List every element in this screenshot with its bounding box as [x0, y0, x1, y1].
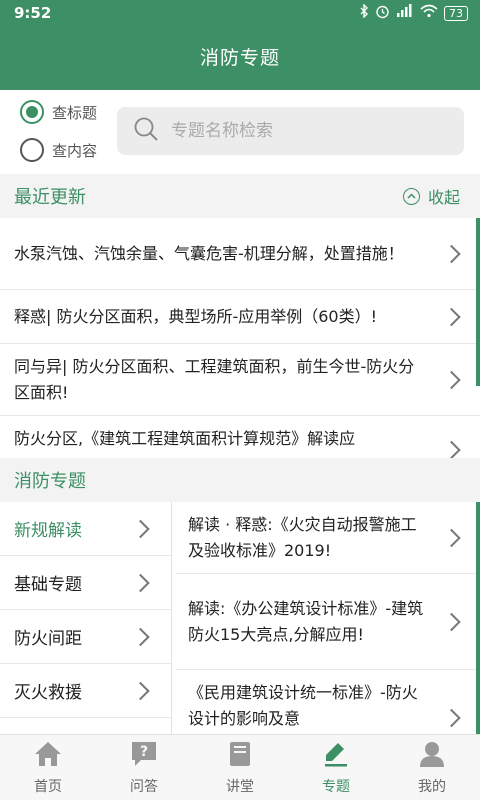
- user-icon: [417, 740, 447, 772]
- radio-checked-icon[interactable]: [20, 100, 44, 124]
- list-item-title: 同与异| 防火分区面积、工程建筑面积，前生今世-防火分区面积!: [14, 356, 415, 402]
- scrollbar[interactable]: [476, 218, 480, 386]
- search-area: 查标题 查内容: [0, 90, 480, 170]
- bottom-nav: 首页 ? 问答 讲堂 专题 我的: [0, 734, 480, 800]
- list-item-title: 防火分区,《建筑工程建筑面积计算规范》解读应: [14, 429, 356, 448]
- page-title: 消防专题: [199, 47, 280, 69]
- nav-me[interactable]: 我的: [384, 735, 480, 800]
- search-box[interactable]: [117, 107, 464, 155]
- chevron-right-icon: [442, 440, 461, 458]
- battery-indicator: 73: [444, 5, 468, 21]
- chevron-right-icon: [442, 370, 461, 389]
- chevron-right-icon: [442, 307, 461, 326]
- category-item-rescue[interactable]: 灭火救援: [0, 664, 171, 718]
- status-bar: 9:52 73: [0, 0, 480, 26]
- topics-heading: 消防专题: [14, 471, 86, 492]
- edit-icon: [321, 740, 351, 772]
- chevron-right-icon: [131, 573, 150, 592]
- topic-list: 解读 · 释惑:《火灾自动报警施工及验收标准》2019! 解读:《办公建筑设计标…: [176, 502, 480, 734]
- status-time: 9:52: [14, 4, 52, 22]
- list-item-title: 水泵汽蚀、汽蚀余量、气囊危害-机理分解，处置措施！: [14, 243, 404, 263]
- category-label: 灭火救援: [14, 683, 82, 703]
- category-label: 新规解读: [14, 521, 82, 541]
- nav-qa[interactable]: ? 问答: [96, 735, 192, 800]
- collapse-button[interactable]: 收起: [402, 184, 460, 208]
- search-input[interactable]: [171, 121, 431, 141]
- radio-unchecked-icon[interactable]: [20, 138, 44, 162]
- category-item-fire-spacing[interactable]: 防火间距: [0, 610, 171, 664]
- collapse-label: 收起: [427, 188, 460, 207]
- scrollbar[interactable]: [476, 502, 480, 734]
- bluetooth-icon: [359, 3, 369, 22]
- category-list: 新规解读 基础专题 防火间距 灭火救援: [0, 502, 172, 734]
- nav-lectures[interactable]: 讲堂: [192, 735, 288, 800]
- signal-icon: [396, 4, 414, 22]
- recent-section-header: 最近更新 收起: [0, 174, 480, 218]
- wifi-icon: [420, 4, 438, 22]
- question-icon: ?: [129, 740, 159, 772]
- category-label: 基础专题: [14, 575, 82, 595]
- list-item[interactable]: 解读:《办公建筑设计标准》-建筑防火15大亮点,分解应用!: [176, 574, 480, 670]
- search-icon: [133, 116, 159, 146]
- list-item-title: 《民用建筑设计统一标准》-防火设计的影响及意: [188, 683, 418, 728]
- list-item[interactable]: 防火分区,《建筑工程建筑面积计算规范》解读应: [0, 416, 480, 458]
- svg-text:?: ?: [140, 744, 148, 760]
- radio-label-content: 查内容: [52, 141, 98, 160]
- recent-heading: 最近更新: [14, 187, 86, 208]
- radio-search-title[interactable]: 查标题: [20, 100, 97, 124]
- alarm-icon: [375, 4, 390, 23]
- status-icons: 73: [359, 3, 468, 23]
- radio-label-title: 查标题: [52, 103, 98, 122]
- chevron-right-icon: [131, 681, 150, 700]
- radio-search-content[interactable]: 查内容: [20, 138, 97, 162]
- nav-label: 讲堂: [226, 778, 254, 795]
- list-item[interactable]: 释惑| 防火分区面积，典型场所-应用举例（60类）!: [0, 290, 480, 344]
- recent-list: 水泵汽蚀、汽蚀余量、气囊危害-机理分解，处置措施！ 释惑| 防火分区面积，典型场…: [0, 218, 480, 458]
- category-label: 防火间距: [14, 629, 82, 649]
- nav-label: 问答: [130, 778, 158, 795]
- nav-topics[interactable]: 专题: [288, 735, 384, 800]
- chevron-right-icon: [131, 519, 150, 538]
- home-icon: [33, 740, 63, 772]
- nav-label: 我的: [418, 778, 446, 795]
- list-item-title: 释惑| 防火分区面积，典型场所-应用举例（60类）!: [14, 306, 378, 326]
- nav-label: 首页: [34, 778, 62, 795]
- chevron-right-icon: [442, 708, 461, 728]
- topics-section-header: 消防专题: [0, 458, 480, 502]
- category-item-basics[interactable]: 基础专题: [0, 556, 171, 610]
- chevron-right-icon: [131, 627, 150, 646]
- app-header: 9:52 73 消防专题: [0, 0, 480, 90]
- nav-label: 专题: [322, 778, 350, 795]
- list-item-title: 解读:《办公建筑设计标准》-建筑防火15大亮点,分解应用!: [188, 598, 424, 644]
- book-icon: [225, 740, 255, 772]
- chevron-right-icon: [442, 612, 461, 631]
- list-item[interactable]: 解读 · 释惑:《火灾自动报警施工及验收标准》2019!: [176, 502, 480, 574]
- chevron-right-icon: [442, 244, 461, 263]
- list-item[interactable]: 同与异| 防火分区面积、工程建筑面积，前生今世-防火分区面积!: [0, 344, 480, 416]
- category-item-new-rules[interactable]: 新规解读: [0, 502, 171, 556]
- list-item[interactable]: 水泵汽蚀、汽蚀余量、气囊危害-机理分解，处置措施！: [0, 218, 480, 290]
- nav-home[interactable]: 首页: [0, 735, 96, 800]
- chevron-up-icon: [402, 187, 420, 205]
- list-item-title: 解读 · 释惑:《火灾自动报警施工及验收标准》2019!: [188, 514, 417, 560]
- chevron-right-icon: [442, 528, 461, 547]
- list-item[interactable]: 《民用建筑设计统一标准》-防火设计的影响及意: [176, 670, 480, 734]
